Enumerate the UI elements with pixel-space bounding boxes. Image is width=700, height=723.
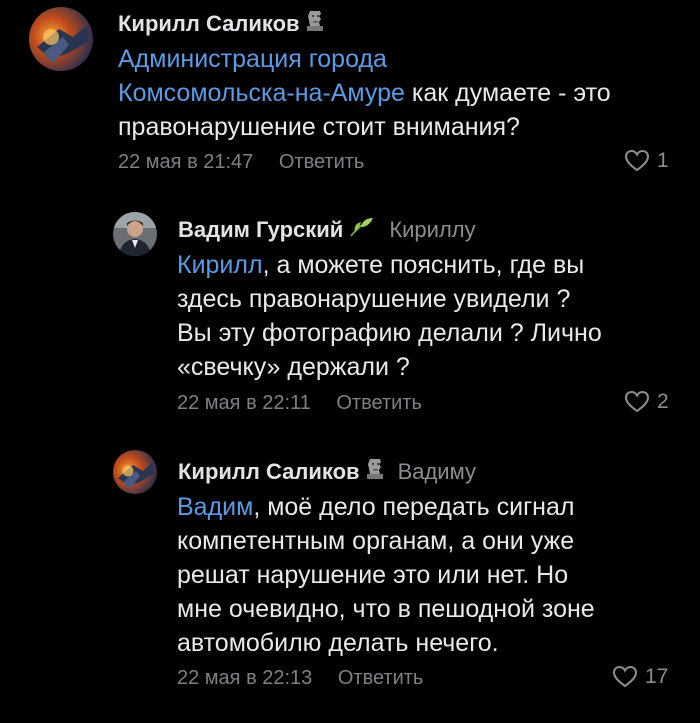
- comment-2: Вадим Гурский Кириллу Кирилл, а можете п…: [0, 190, 700, 440]
- comment-text: Администрация города Комсомольска-на-Аму…: [118, 42, 678, 144]
- timestamp: 22 мая в 22:13: [177, 667, 313, 689]
- comment-header: Кирилл Саликов Вадиму: [178, 458, 476, 485]
- like-count: 2: [657, 390, 669, 413]
- text-line: правонарушение стоит внимания?: [118, 113, 520, 141]
- comment-meta: 22 мая в 21:47 Ответить: [118, 151, 364, 174]
- reply-to-label[interactable]: Вадиму: [398, 459, 476, 485]
- like-button[interactable]: 1: [624, 149, 669, 173]
- mention-link[interactable]: Кирилл: [177, 251, 263, 279]
- text-line: компетентным органам, а они уже: [177, 527, 575, 555]
- author-name[interactable]: Кирилл Саликов: [118, 11, 300, 37]
- comment-text: Вадим, моё дело передать сигнал компетен…: [177, 490, 687, 660]
- heart-icon: [624, 390, 650, 413]
- reply-button[interactable]: Ответить: [338, 667, 424, 689]
- author-name[interactable]: Кирилл Саликов: [178, 459, 360, 485]
- text-line: «свечку» держали ?: [177, 353, 410, 381]
- text-line: здесь правонарушение увидели ?: [177, 285, 571, 313]
- avatar-image: [113, 212, 157, 256]
- reply-to-label[interactable]: Кириллу: [389, 217, 475, 243]
- comment-meta: 22 мая в 22:13 Ответить: [177, 667, 423, 690]
- comment-3: Кирилл Саликов Вадиму Вадим, моё дело пе…: [0, 440, 700, 723]
- mention-link-continuation[interactable]: Комсомольска-на-Амуре: [118, 79, 405, 107]
- avatar[interactable]: [29, 7, 93, 71]
- comment-header: Вадим Гурский Кириллу: [178, 216, 476, 243]
- like-button[interactable]: 2: [624, 390, 669, 414]
- text-line: решат нарушение это или нет. Но: [177, 561, 569, 589]
- timestamp: 22 мая в 21:47: [118, 151, 254, 173]
- comment-text: Кирилл, а можете пояснить, где вы здесь …: [177, 248, 677, 384]
- avatar-image: [29, 7, 93, 71]
- moai-icon: [366, 458, 384, 485]
- moai-icon: [306, 10, 324, 37]
- avatar[interactable]: [113, 450, 157, 494]
- heart-icon: [624, 149, 650, 172]
- comment-meta: 22 мая в 22:11 Ответить: [177, 392, 422, 415]
- mention-link[interactable]: Вадим: [177, 493, 253, 521]
- avatar-image: [113, 450, 157, 494]
- text-line: , моё дело передать сигнал: [253, 493, 575, 521]
- heart-icon: [612, 665, 638, 688]
- mention-link[interactable]: Администрация города: [118, 45, 387, 73]
- like-count: 1: [657, 149, 669, 172]
- text-line: Вы эту фотографию делали ? Лично: [177, 319, 602, 347]
- reply-button[interactable]: Ответить: [336, 392, 422, 414]
- text-line: , а можете пояснить, где вы: [262, 251, 585, 279]
- reply-button[interactable]: Ответить: [279, 151, 365, 173]
- leaf-icon: [349, 216, 375, 243]
- text-line: мне очевидно, что в пешодной зоне: [177, 595, 595, 623]
- comment-header: Кирилл Саликов: [118, 10, 324, 37]
- timestamp: 22 мая в 22:11: [177, 392, 311, 414]
- like-count: 17: [645, 665, 669, 688]
- text-line: автомобилю делать нечего.: [177, 629, 499, 657]
- avatar[interactable]: [113, 212, 157, 256]
- like-button[interactable]: 17: [612, 665, 668, 689]
- author-name[interactable]: Вадим Гурский: [178, 217, 343, 243]
- comment-1: Кирилл Саликов Администрация города Комс…: [0, 0, 700, 190]
- text-line: как думаете - это: [404, 79, 611, 107]
